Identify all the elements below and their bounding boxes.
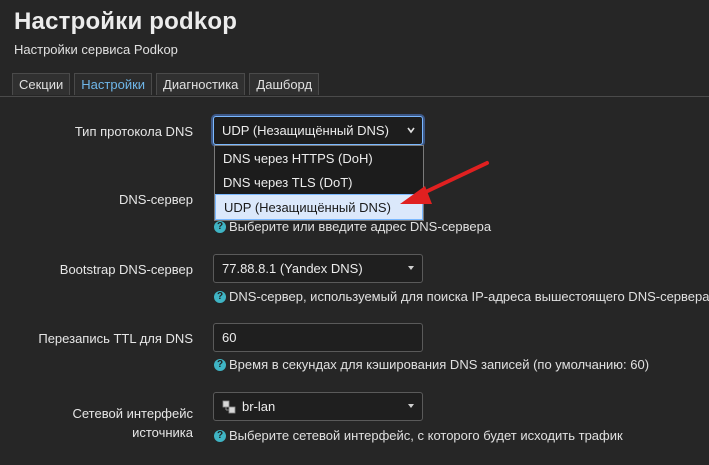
ttl-rewrite-input[interactable]: 60 <box>213 323 423 352</box>
tabs-divider <box>0 96 709 97</box>
dns-server-label: DNS-сервер <box>119 192 193 207</box>
help-icon: ? <box>214 290 226 303</box>
dns-protocol-value: UDP (Незащищённый DNS) <box>222 123 389 138</box>
ttl-rewrite-hint: ? Время в секундах для кэширования DNS з… <box>214 357 649 372</box>
bootstrap-dns-hint: ? DNS-сервер, используемый для поиска IP… <box>214 289 709 304</box>
bootstrap-dns-hint-text: DNS-сервер, используемый для поиска IP-а… <box>229 289 709 304</box>
dropdown-option-udp[interactable]: UDP (Незащищённый DNS) <box>215 194 423 220</box>
ttl-rewrite-label: Перезапись TTL для DNS <box>38 331 193 346</box>
tab-settings[interactable]: Настройки <box>74 73 153 95</box>
source-interface-label: Сетевой интерфейс <box>72 406 194 421</box>
chevron-down-icon <box>407 127 415 134</box>
help-icon: ? <box>214 429 226 442</box>
source-interface-hint: ? Выберите сетевой интерфейс, с которого… <box>214 428 623 443</box>
red-arrow-icon <box>400 161 489 204</box>
dns-protocol-label: Тип протокола DNS <box>74 124 193 139</box>
source-interface-label-line2: источника <box>132 425 193 440</box>
page-subtitle: Настройки сервиса Podkop <box>14 42 178 57</box>
caret-down-icon <box>408 404 414 408</box>
source-interface-select[interactable]: br-lan <box>213 392 423 421</box>
help-icon: ? <box>214 220 226 233</box>
tab-diagnostics[interactable]: Диагностика <box>156 73 246 95</box>
bootstrap-dns-value: 77.88.8.1 (Yandex DNS) <box>222 261 363 276</box>
dns-server-hint-text: Выберите или введите адрес DNS-сервера <box>229 219 492 234</box>
ttl-rewrite-value: 60 <box>222 330 237 345</box>
bootstrap-dns-label: Bootstrap DNS-сервер <box>59 262 193 277</box>
caret-down-icon <box>408 266 414 270</box>
source-interface-hint-text: Выберите сетевой интерфейс, с которого б… <box>229 428 623 443</box>
source-interface-value: br-lan <box>242 399 276 414</box>
tab-bar: Секции Настройки Диагностика Дашборд <box>12 73 320 95</box>
dns-protocol-select[interactable]: UDP (Незащищённый DNS) <box>213 116 423 145</box>
bootstrap-dns-select[interactable]: 77.88.8.1 (Yandex DNS) <box>213 254 423 283</box>
tab-sections[interactable]: Секции <box>12 73 71 95</box>
ttl-rewrite-hint-text: Время в секундах для кэширования DNS зап… <box>229 357 650 372</box>
dropdown-option-doh[interactable]: DNS через HTTPS (DoH) <box>215 146 423 170</box>
dns-server-hint: ? Выберите или введите адрес DNS-сервера <box>214 219 491 234</box>
network-icon <box>222 400 236 413</box>
help-icon: ? <box>214 358 226 371</box>
page-title: Настройки podkop <box>14 8 238 35</box>
dropdown-option-dot[interactable]: DNS через TLS (DoT) <box>215 170 423 194</box>
tab-dashboard[interactable]: Дашборд <box>249 73 320 95</box>
dns-protocol-dropdown: DNS через HTTPS (DoH) DNS через TLS (DoT… <box>214 145 424 221</box>
